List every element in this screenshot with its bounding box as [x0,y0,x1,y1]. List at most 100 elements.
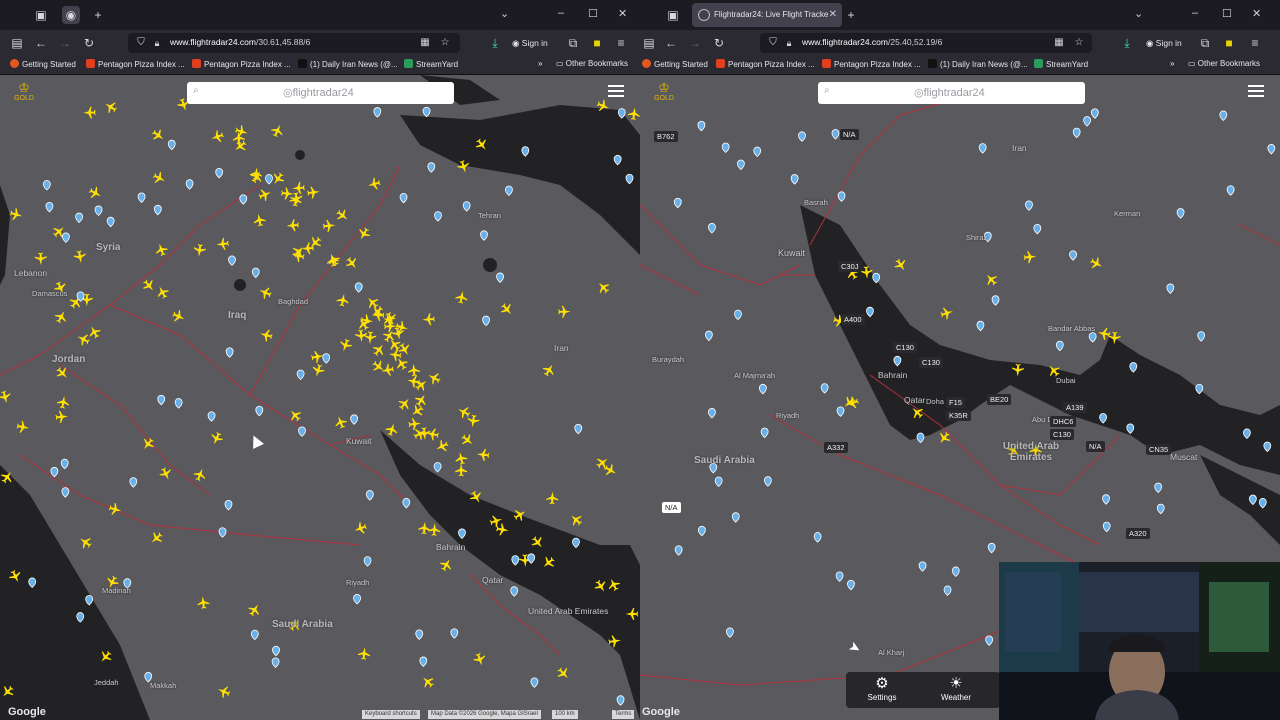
gold-badge[interactable]: ♔ GOLD [652,81,676,103]
airport-pin-icon[interactable] [1072,127,1081,139]
airport-pin-icon[interactable] [239,194,248,205]
flight-tag[interactable]: DHC6 [1050,416,1077,427]
more-bookmarks-chevron-icon[interactable]: » [538,59,542,68]
airport-pin-icon[interactable] [1102,494,1110,505]
airport-pin-icon[interactable] [505,185,513,197]
aircraft-icon[interactable] [55,410,68,423]
airport-pin-icon[interactable] [298,426,306,437]
aircraft-icon[interactable] [892,257,909,274]
extension-icon[interactable]: ■ [588,34,606,52]
airport-pin-icon[interactable] [1176,208,1185,219]
weather-button[interactable]: ☀ Weather [926,675,986,702]
airport-pin-icon[interactable] [353,594,361,605]
airport-pin-icon[interactable] [106,216,115,228]
airport-pin-icon[interactable] [1083,116,1091,127]
aircraft-icon[interactable] [334,207,351,224]
airport-pin-icon[interactable] [731,512,740,523]
aircraft-icon[interactable] [438,556,455,573]
aircraft-icon[interactable] [232,138,249,155]
airport-pin-icon[interactable] [42,180,51,191]
aircraft-icon[interactable] [366,177,381,192]
reader-view-icon[interactable]: ▦ [1050,34,1068,52]
aircraft-icon[interactable] [257,187,273,203]
other-bookmarks-folder[interactable]: ▭ Other Bookmarks [1188,59,1260,68]
airport-pin-icon[interactable] [978,143,987,154]
hamburger-menu-icon[interactable] [608,85,624,97]
airport-pin-icon[interactable] [734,309,742,321]
airport-pin-icon[interactable] [225,347,234,358]
airport-pin-icon[interactable] [1219,110,1228,121]
aircraft-icon[interactable] [259,328,274,343]
aircraft-icon[interactable] [454,451,468,466]
tab-flightradar24[interactable]: Flightradar24: Live Flight Tracke ✕ [692,3,842,27]
aircraft-icon[interactable] [546,491,559,505]
airport-pin-icon[interactable] [1197,331,1206,342]
airport-pin-icon[interactable] [760,427,769,439]
aircraft-icon[interactable] [422,313,435,326]
aircraft-icon[interactable] [102,99,119,116]
airport-pin-icon[interactable] [50,466,59,478]
aircraft-icon[interactable] [602,462,619,479]
airport-pin-icon[interactable] [616,695,625,706]
airport-pin-icon[interactable] [847,579,855,591]
airport-pin-icon[interactable] [737,159,745,171]
airport-pin-icon[interactable] [530,677,539,688]
flight-tag[interactable]: F15 [946,397,965,408]
aircraft-icon[interactable] [455,463,468,477]
flight-tag[interactable]: A139 [1063,402,1087,413]
extensions-icon[interactable]: ⧉ [1196,34,1214,52]
airport-pin-icon[interactable] [943,585,952,596]
flight-tag[interactable]: B762 [654,131,678,142]
airport-pin-icon[interactable] [987,542,996,554]
aircraft-icon[interactable] [434,438,450,454]
airport-pin-icon[interactable] [574,423,583,435]
airport-pin-icon[interactable] [272,645,280,657]
airport-pin-icon[interactable] [837,191,846,202]
airport-pin-icon[interactable] [296,369,305,381]
airport-pin-icon[interactable] [820,383,829,394]
aircraft-icon[interactable] [357,647,371,661]
aircraft-icon[interactable] [311,363,326,378]
aircraft-icon[interactable] [150,127,167,144]
airport-pin-icon[interactable] [228,255,236,266]
airport-pin-icon[interactable] [726,627,734,638]
airport-pin-icon[interactable] [224,499,233,511]
aircraft-icon[interactable] [371,341,388,358]
aircraft-icon[interactable] [234,124,249,139]
aircraft-icon[interactable] [1088,255,1105,272]
aircraft-icon[interactable] [216,684,232,700]
airport-pin-icon[interactable] [415,629,424,640]
airport-pin-icon[interactable] [916,432,925,444]
airport-pin-icon[interactable] [350,414,359,425]
search-bar[interactable]: ⌕ ◎flightradar24 [187,82,454,104]
flight-tag[interactable]: BE20 [987,394,1012,405]
airport-pin-icon[interactable] [496,272,504,283]
aircraft-icon[interactable] [336,293,350,307]
forward-icon[interactable]: → [56,34,74,52]
aircraft-icon[interactable] [193,243,206,258]
airport-pin-icon[interactable] [510,586,519,597]
aircraft-icon[interactable] [77,534,94,551]
airport-pin-icon[interactable] [75,212,83,224]
aircraft-icon[interactable] [364,331,377,344]
aircraft-icon[interactable] [34,252,47,266]
aircraft-icon[interactable] [154,284,170,301]
tab-overview-icon[interactable]: ▣ [664,6,682,24]
airport-pin-icon[interactable] [450,628,459,639]
flight-tag[interactable]: A332 [824,442,848,453]
airport-pin-icon[interactable] [1267,144,1276,155]
aircraft-icon[interactable] [333,414,349,430]
bookmark-pentagon-pizza-2[interactable]: Pentagon Pizza Index ... [822,59,921,69]
airport-pin-icon[interactable] [434,211,442,222]
aircraft-icon[interactable] [595,279,612,296]
aircraft-icon[interactable] [344,255,361,272]
airport-pin-icon[interactable] [207,411,216,422]
maximize-icon[interactable]: ☐ [1222,7,1232,20]
close-icon[interactable]: ✕ [618,7,627,20]
aircraft-icon[interactable] [476,448,490,461]
airport-pin-icon[interactable] [153,204,162,216]
airport-pin-icon[interactable] [697,120,706,132]
aircraft-icon[interactable] [408,363,421,377]
aircraft-icon[interactable] [0,390,12,405]
airport-pin-icon[interactable] [976,320,985,332]
